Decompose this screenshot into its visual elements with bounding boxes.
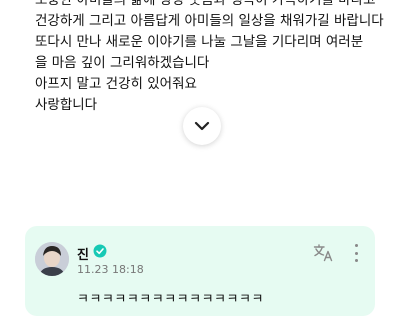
verified-check-icon	[93, 244, 107, 258]
comment-card: 진 11.23 18:18 ㅋㅋㅋㅋㅋㅋㅋㅋㅋㅋㅋㅋㅋㅋㅋ	[25, 226, 375, 316]
comment-text: ㅋㅋㅋㅋㅋㅋㅋㅋㅋㅋㅋㅋㅋㅋㅋ	[77, 292, 264, 307]
post-line: 을 마음 깊이 그리워하겠습니다	[35, 55, 210, 71]
comment-timestamp: 11.23 18:18	[77, 263, 144, 276]
post-line: 아프지 말고 건강히 있어줘요	[35, 76, 197, 92]
avatar[interactable]	[35, 242, 69, 276]
post-line: 또다시 만나 새로운 이야기를 나눌 그날을 기다리며 여러분	[35, 34, 364, 50]
post-line: 소중한 아미들의 삶에 항상 웃음과 행복이 가득하기를 바라고	[35, 0, 376, 8]
chevron-down-icon	[194, 121, 210, 131]
post-body: 소중한 아미들의 삶에 항상 웃음과 행복이 가득하기를 바라고 건강하게 그리…	[35, 0, 395, 116]
post-line: 건강하게 그리고 아름답게 아미들의 일상을 채워가길 바랍니다	[35, 13, 384, 29]
translate-icon[interactable]	[313, 243, 335, 263]
author-name[interactable]: 진	[77, 244, 89, 263]
expand-button[interactable]	[183, 107, 221, 145]
more-vertical-icon[interactable]	[353, 244, 359, 262]
